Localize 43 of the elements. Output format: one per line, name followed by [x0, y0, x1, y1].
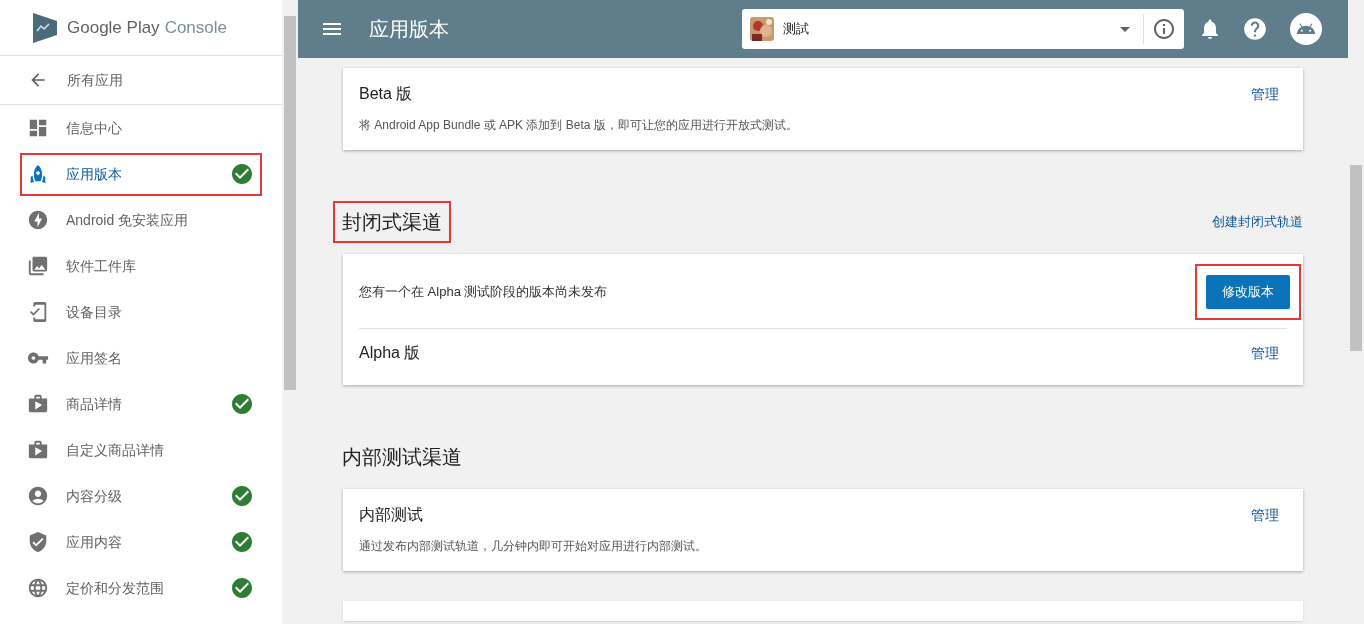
brand-name: Google Play [67, 16, 160, 39]
shopping-bag-icon [27, 393, 49, 415]
shopping-bag-icon [27, 439, 49, 461]
globe-icon [27, 577, 49, 599]
sidebar-item[interactable]: Android 免安装应用 [20, 198, 262, 242]
card-description: 通过发布内部测试轨道，几分钟内即可开始对应用进行内部测试。 [359, 538, 708, 555]
sidebar-item[interactable]: 信息中心 [20, 106, 262, 150]
library-icon [27, 255, 49, 277]
sidebar-item[interactable]: 内容分级 [20, 474, 262, 518]
app-selector[interactable]: 测試 [742, 9, 1184, 49]
help-icon[interactable] [1242, 16, 1268, 42]
card-title: 内部测试 [359, 505, 423, 525]
play-console-logo-icon [31, 12, 59, 43]
edit-release-button[interactable]: 修改版本 [1206, 275, 1290, 309]
sidebar-item[interactable]: 应用签名 [20, 336, 262, 380]
info-icon[interactable] [1152, 17, 1176, 41]
card-title: Alpha 版 [359, 343, 421, 363]
brand-product: Console [164, 16, 227, 39]
create-track-link[interactable]: 创建封闭式轨道 [1212, 212, 1303, 232]
sidebar-item[interactable]: 设备目录 [20, 290, 262, 334]
manage-link[interactable]: 管理 [1251, 504, 1279, 526]
phone-check-icon [27, 301, 49, 323]
sidebar-item[interactable]: 应用内容 [20, 520, 262, 564]
section-title: 内部测试渠道 [341, 445, 463, 470]
notice-text: 您有一个在 Alpha 测试阶段的版本尚未发布 [359, 283, 608, 302]
card-title: Beta 版 [359, 84, 413, 104]
section-title: 封闭式渠道 [333, 201, 451, 243]
sidebar-item[interactable]: 应用版本 [20, 152, 262, 196]
dashboard-icon [27, 117, 49, 139]
shield-check-icon [27, 531, 49, 553]
sidebar-item[interactable]: 自定义商品详情 [20, 428, 262, 472]
avatar[interactable] [1290, 13, 1322, 45]
sidebar-item[interactable]: 定价和分发范围 [20, 566, 262, 610]
sidebar-item[interactable]: 商品详情 [20, 382, 262, 426]
page-title: 应用版本 [369, 17, 449, 42]
lightning-icon [27, 209, 49, 231]
person-badge-icon [27, 485, 49, 507]
manage-link[interactable]: 管理 [1251, 83, 1279, 105]
app-name: 测試 [783, 20, 810, 39]
dropdown-caret-icon [1120, 26, 1130, 32]
manage-link[interactable]: 管理 [1251, 342, 1279, 364]
card-description: 将 Android App Bundle 或 APK 添加到 Beta 版，即可让您的应用进行开放式测试。 [359, 117, 799, 134]
sidebar-item[interactable]: 软件工件库 [20, 244, 262, 288]
